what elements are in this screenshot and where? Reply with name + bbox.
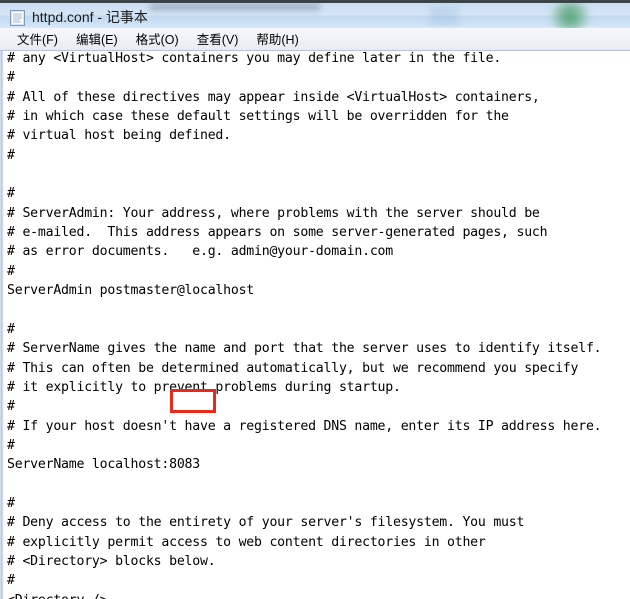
menu-bar: 文件(F) 编辑(E) 格式(O) 查看(V) 帮助(H) [0, 28, 630, 51]
notepad-window: httpd.conf - 记事本 文件(F) 编辑(E) 格式(O) 查看(V)… [0, 0, 630, 599]
menu-help[interactable]: 帮助(H) [247, 27, 307, 51]
glass-reflection-smudge [150, 3, 320, 11]
editor-text[interactable]: # any <VirtualHost> containers you may d… [7, 51, 630, 599]
glass-reflection-patch [430, 7, 458, 25]
menu-edit[interactable]: 编辑(E) [67, 27, 127, 51]
window-title: httpd.conf - 记事本 [32, 9, 148, 25]
menu-format[interactable]: 格式(O) [127, 27, 188, 51]
editor-left-border [0, 51, 5, 599]
window-titlebar[interactable]: httpd.conf - 记事本 [0, 0, 630, 28]
menu-file[interactable]: 文件(F) [8, 27, 67, 51]
notepad-icon [10, 10, 25, 26]
editor-area[interactable]: # any <VirtualHost> containers you may d… [0, 51, 630, 599]
glass-green-blob [548, 3, 592, 28]
menu-view[interactable]: 查看(V) [188, 27, 248, 51]
